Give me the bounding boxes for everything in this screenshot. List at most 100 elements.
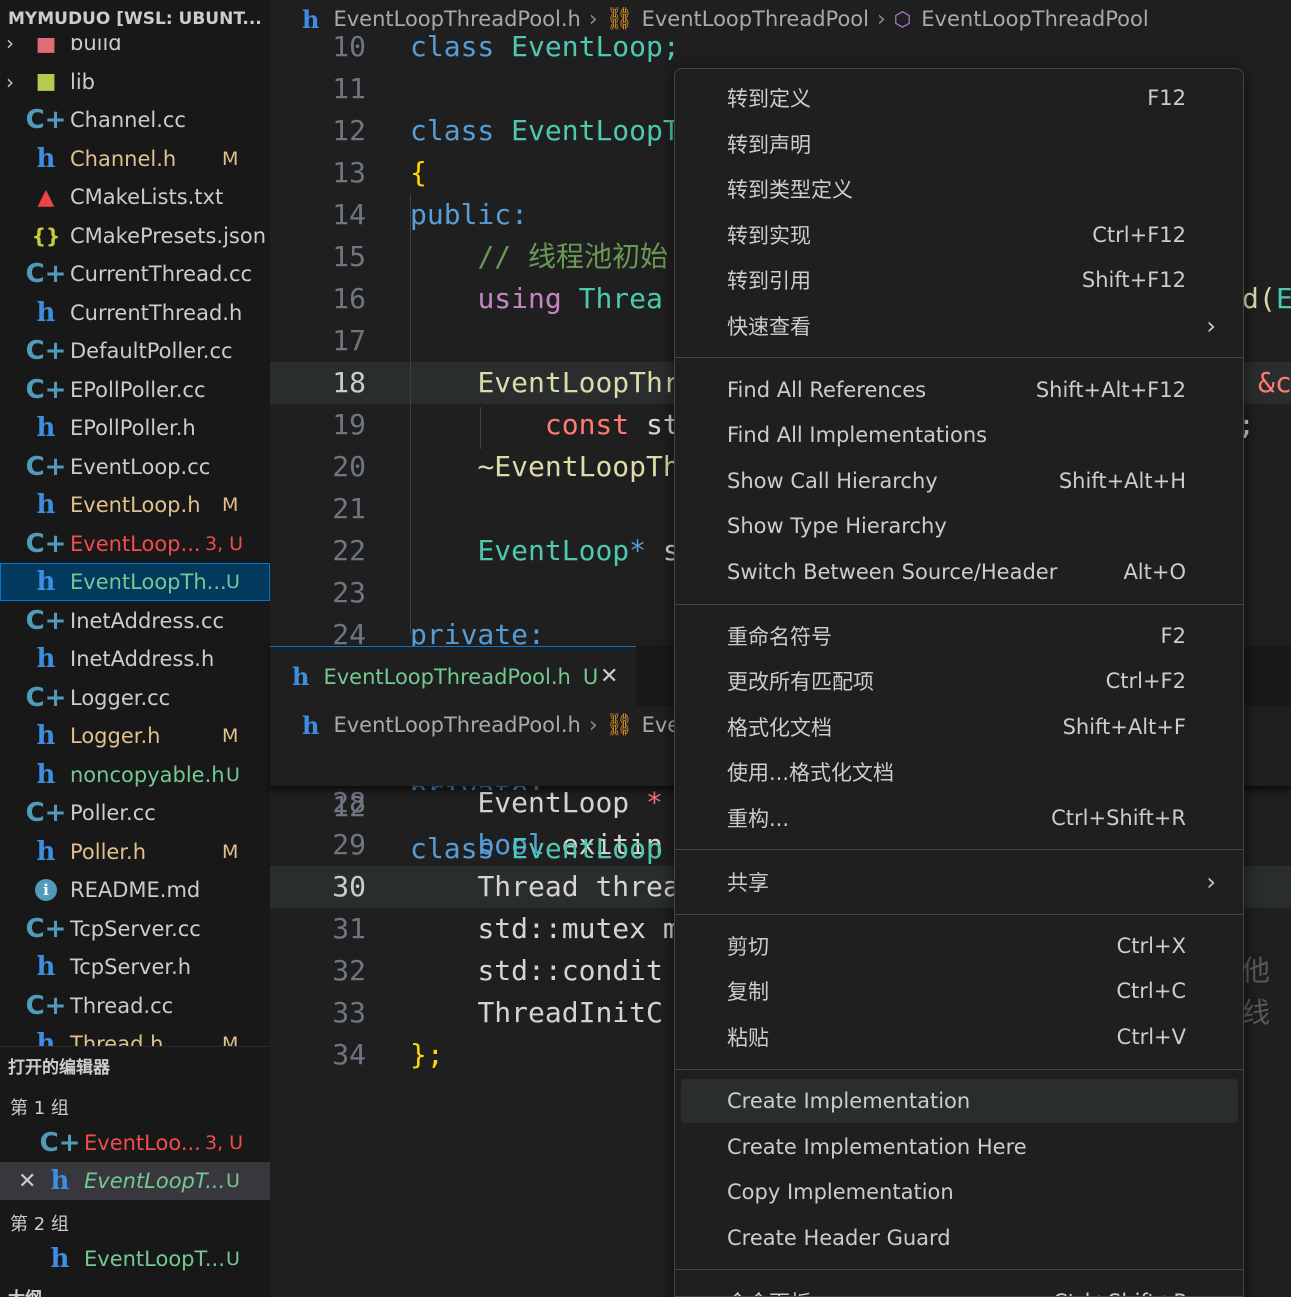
menu-item[interactable]: 重构... Ctrl+Shift+R bbox=[681, 796, 1238, 840]
line-number: 10 bbox=[332, 30, 366, 63]
editor-tab[interactable]: h EventLoopThreadPool.h U ✕ bbox=[270, 646, 636, 706]
menu-item[interactable]: 粘贴 Ctrl+V bbox=[681, 1015, 1238, 1059]
menu-item[interactable]: 复制 Ctrl+C bbox=[681, 969, 1238, 1013]
line-number: 19 bbox=[332, 408, 366, 441]
menu-item-label: 剪切 bbox=[727, 935, 769, 959]
menu-item[interactable]: Create Implementation bbox=[681, 1079, 1238, 1123]
file-tree-item[interactable]: C+ Poller.cc bbox=[0, 794, 270, 832]
menu-item-shortcut: F12 bbox=[1147, 86, 1186, 110]
header-file-icon: h bbox=[36, 836, 56, 867]
menu-item[interactable]: 转到定义 F12 bbox=[681, 76, 1238, 120]
open-editor-status: U bbox=[226, 1170, 240, 1192]
menu-item[interactable]: Create Header Guard bbox=[681, 1216, 1238, 1260]
code-token: threa bbox=[595, 870, 680, 903]
code-token: &c bbox=[1258, 366, 1291, 399]
file-tree-item[interactable]: h Thread.h M bbox=[0, 1025, 270, 1046]
chevron-right-icon[interactable]: › bbox=[6, 70, 22, 94]
line-code: ThreadInitC bbox=[410, 992, 663, 1034]
file-tree-item[interactable]: h CurrentThread.h bbox=[0, 294, 270, 332]
menu-item[interactable]: 转到声明 bbox=[681, 122, 1238, 166]
context-menu: 转到定义 F12 转到声明 转到类型定义 转到实现 Ctrl+F12 转到引用 Shift+F… bbox=[674, 68, 1244, 1297]
open-editor-name: EventLoopT... bbox=[84, 1169, 226, 1193]
menu-item[interactable]: Find All References Shift+Alt+F12 bbox=[681, 368, 1238, 412]
file-tree-item[interactable]: h noncopyable.h U bbox=[0, 756, 270, 794]
menu-item[interactable]: Create Implementation Here bbox=[681, 1125, 1238, 1169]
code-token: EventLoop bbox=[477, 786, 630, 819]
file-tree-item[interactable]: h Poller.h M bbox=[0, 833, 270, 871]
open-editor-item[interactable]: h EventLoopT... U bbox=[0, 1240, 270, 1278]
file-tree-item[interactable]: h Channel.h M bbox=[0, 140, 270, 178]
line-number: 16 bbox=[332, 282, 366, 315]
file-tree-item[interactable]: h EventLoop.h M bbox=[0, 486, 270, 524]
open-editor-name: EventLoopT... bbox=[84, 1247, 225, 1271]
menu-item-label: 快速查看 bbox=[727, 315, 811, 339]
line-code: { bbox=[410, 152, 427, 194]
menu-item[interactable]: 转到引用 Shift+F12 bbox=[681, 258, 1238, 302]
line-code: using Threa bbox=[410, 278, 662, 320]
menu-item[interactable]: 快速查看 › bbox=[681, 304, 1238, 348]
cpp-file-icon: C+ bbox=[25, 451, 67, 482]
file-tree-item[interactable]: h TcpServer.h bbox=[0, 948, 270, 986]
menu-item[interactable]: 更改所有匹配项 Ctrl+F2 bbox=[681, 659, 1238, 703]
file-tree-item[interactable]: C+ Thread.cc bbox=[0, 987, 270, 1025]
menu-item[interactable]: Show Type Hierarchy bbox=[681, 504, 1238, 548]
line-code: class EventLoop; bbox=[410, 26, 680, 68]
code-token: EventLoopT bbox=[511, 114, 680, 147]
file-tree-item[interactable]: {} CMakePresets.json bbox=[0, 217, 270, 255]
file-tree-item[interactable]: C+ EPollPoller.cc bbox=[0, 371, 270, 409]
menu-item[interactable]: 共享 › bbox=[681, 860, 1238, 904]
breadcrumb-file-label[interactable]: EventLoopThreadPool.h bbox=[333, 713, 580, 737]
file-tree-item[interactable]: h Logger.h M bbox=[0, 717, 270, 755]
line-code: std::mutex m bbox=[410, 908, 679, 950]
file-name: CurrentThread.h bbox=[70, 300, 243, 325]
menu-item[interactable]: 命令面板... Ctrl+Shift+P bbox=[681, 1280, 1238, 1296]
file-tree-item[interactable]: h EventLoopTh... U bbox=[0, 563, 270, 601]
menu-item[interactable]: 使用...格式化文档 bbox=[681, 750, 1238, 794]
explorer-title[interactable]: MYMUDUO [WSL: UBUNT... bbox=[0, 0, 270, 38]
file-tree-item[interactable]: ▲ CMakeLists.txt bbox=[0, 178, 270, 216]
line-number: 22 bbox=[332, 534, 366, 567]
menu-item[interactable]: Find All Implementations bbox=[681, 413, 1238, 457]
file-name: CurrentThread.cc bbox=[70, 262, 253, 286]
file-tree-item[interactable]: h EPollPoller.h bbox=[0, 409, 270, 447]
header-file-icon: h bbox=[36, 952, 56, 982]
file-tree-item[interactable]: h InetAddress.h bbox=[0, 640, 270, 678]
open-editors-header[interactable]: 打开的编辑器 bbox=[0, 1046, 270, 1084]
code-token: EventLoop; bbox=[511, 30, 680, 63]
menu-item-label: 复制 bbox=[727, 980, 769, 1004]
open-editor-item-active[interactable]: ✕ h EventLoopT... U bbox=[0, 1162, 270, 1200]
menu-item[interactable]: Switch Between Source/Header Alt+O bbox=[681, 550, 1238, 594]
file-tree-item[interactable]: C+ Channel.cc bbox=[0, 101, 270, 139]
open-editor-item[interactable]: C+ EventLoo... 3, U bbox=[0, 1124, 270, 1162]
json-file-icon: {} bbox=[31, 223, 61, 248]
menu-item[interactable]: Show Call Hierarchy Shift+Alt+H bbox=[681, 459, 1238, 503]
menu-item[interactable]: 转到类型定义 bbox=[681, 167, 1238, 211]
close-icon[interactable]: ✕ bbox=[600, 664, 618, 689]
header-file-icon: h bbox=[36, 567, 56, 597]
file-tree-item[interactable]: C+ DefaultPoller.cc bbox=[0, 332, 270, 370]
file-tree-item[interactable]: i README.md bbox=[0, 871, 270, 909]
menu-item[interactable]: Copy Implementation bbox=[681, 1170, 1238, 1214]
editor-group-1-label[interactable]: 第 1 组 bbox=[10, 1094, 69, 1120]
file-tree-item[interactable]: C+ InetAddress.cc bbox=[0, 602, 270, 640]
git-status-badge: U bbox=[226, 763, 240, 786]
menu-separator bbox=[675, 604, 1243, 605]
menu-item[interactable]: 剪切 Ctrl+X bbox=[681, 924, 1238, 968]
editor-group-2-label[interactable]: 第 2 组 bbox=[10, 1210, 69, 1236]
outline-header[interactable]: 大纲 bbox=[8, 1284, 42, 1297]
menu-item[interactable]: 转到实现 Ctrl+F12 bbox=[681, 213, 1238, 257]
header-file-icon: h bbox=[36, 490, 56, 520]
close-icon[interactable]: ✕ bbox=[18, 1169, 36, 1194]
menu-item[interactable]: 重命名符号 F2 bbox=[681, 614, 1238, 658]
file-tree-item[interactable]: › ■ lib bbox=[0, 63, 270, 101]
file-tree-item[interactable]: C+ EventLoop.cc bbox=[0, 448, 270, 486]
file-tree-item[interactable]: C+ CurrentThread.cc bbox=[0, 255, 270, 293]
folder-icon: ■ bbox=[35, 69, 57, 94]
code-token: ThreadInitC bbox=[477, 996, 663, 1029]
file-tree-item[interactable]: C+ Logger.cc bbox=[0, 679, 270, 717]
code-line[interactable]: 10 class EventLoop; bbox=[270, 26, 1291, 68]
cpp-file-icon: C+ bbox=[25, 259, 67, 289]
file-tree-item[interactable]: C+ TcpServer.cc bbox=[0, 910, 270, 948]
menu-item[interactable]: 格式化文档 Shift+Alt+F bbox=[681, 705, 1238, 749]
file-tree-item[interactable]: C+ EventLoop... 3, U bbox=[0, 525, 270, 563]
